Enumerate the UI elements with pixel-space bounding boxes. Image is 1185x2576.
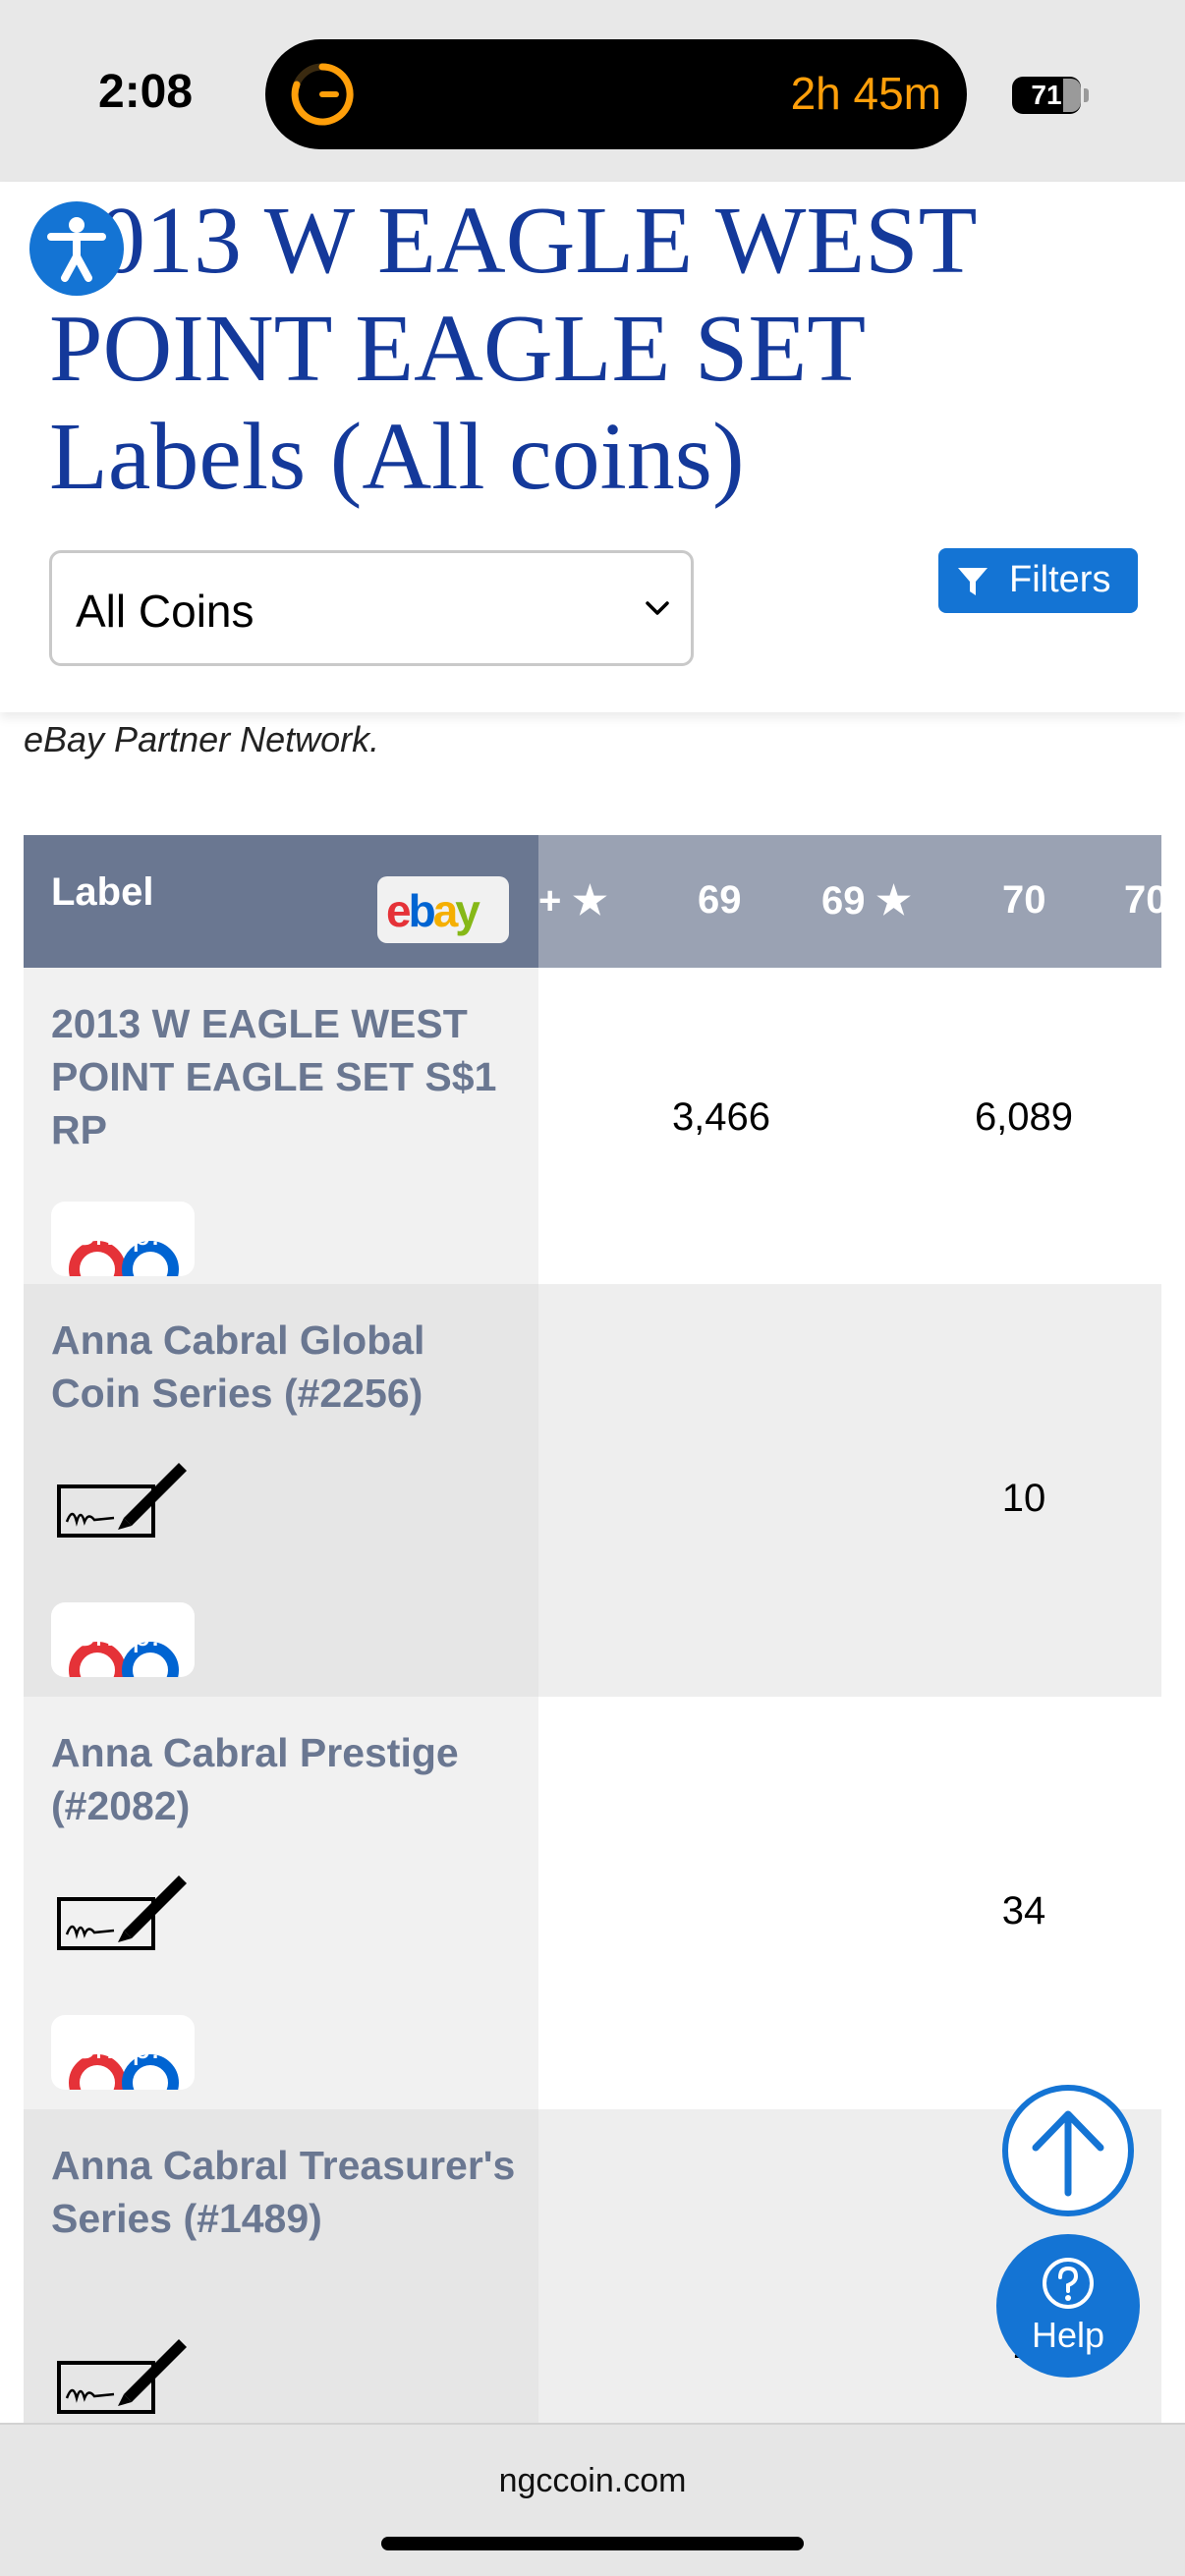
grade-header[interactable]: 69 — [698, 878, 742, 923]
label-cell: 2013 W EAGLE WEST POINT EAGLE SET S$1 RP… — [24, 968, 538, 1284]
timer-icon — [291, 63, 354, 126]
grade-70-count[interactable]: 10 — [926, 1477, 1122, 1521]
label-cell: Anna Cabral Prestige (#2082) Shop! — [24, 1697, 538, 2109]
ebay-logo: ebay — [377, 876, 509, 943]
help-button[interactable]: Help — [996, 2234, 1140, 2378]
signature-icon — [57, 2339, 187, 2414]
coin-filter-select[interactable]: All Coins — [49, 550, 694, 666]
grade-header[interactable]: 70 — [1124, 878, 1161, 923]
url-domain[interactable]: ngccoin.com — [0, 2462, 1185, 2500]
scroll-to-top-button[interactable] — [1002, 2085, 1134, 2216]
shop-label: Shop! — [73, 1616, 160, 1653]
grade-70-count[interactable]: 34 — [926, 1889, 1122, 1933]
table-row[interactable]: Anna Cabral Global Coin Series (#2256) S… — [24, 1284, 1161, 1697]
grade-header[interactable]: 69 ★ — [821, 878, 911, 924]
home-indicator[interactable] — [381, 2537, 804, 2550]
browser-url-bar[interactable]: ngccoin.com — [0, 2423, 1185, 2576]
table-row[interactable]: 2013 W EAGLE WEST POINT EAGLE SET S$1 RP… — [24, 968, 1161, 1284]
page-header: 2013 W EAGLE WEST POINT EAGLE SET Labels… — [0, 182, 1185, 712]
grade-70-count[interactable]: 6,089 — [926, 1095, 1122, 1140]
accessibility-icon — [47, 217, 106, 282]
grade-header[interactable]: + ★ — [538, 878, 607, 924]
battery-tip — [1084, 88, 1089, 102]
shop-label: Shop! — [73, 2029, 160, 2066]
accessibility-button[interactable] — [29, 201, 124, 296]
help-label: Help — [1031, 2315, 1105, 2355]
label-column-header: Label ebay — [24, 835, 538, 968]
ebay-shop-button[interactable]: Shop! — [51, 1602, 195, 1677]
label-cell: Anna Cabral Global Coin Series (#2256) S… — [24, 1284, 538, 1697]
filters-button[interactable]: Filters — [938, 548, 1138, 613]
status-time: 2:08 — [98, 66, 194, 118]
label-header-text: Label — [51, 870, 154, 914]
arrow-up-icon — [1032, 2110, 1104, 2197]
ebay-shop-button[interactable]: Shop! — [51, 2015, 195, 2090]
funnel-icon — [958, 568, 988, 595]
timer-text: 2h 45m — [790, 68, 941, 119]
signature-icon — [57, 1463, 187, 1538]
label-name[interactable]: Anna Cabral Prestige (#2082) — [51, 1726, 523, 1832]
table-header: Label ebay + ★ 69 69 ★ 70 70 — [24, 835, 1161, 968]
grade-69-count[interactable]: 3,466 — [623, 1095, 819, 1140]
coin-filter-value: All Coins — [76, 586, 254, 637]
label-name[interactable]: Anna Cabral Treasurer's Series (#1489) — [51, 2139, 523, 2245]
signature-icon — [57, 1876, 187, 1950]
page-title: 2013 W EAGLE WEST POINT EAGLE SET Labels… — [49, 188, 976, 510]
grade-header[interactable]: 70 — [1002, 878, 1046, 923]
filters-label: Filters — [1009, 559, 1111, 600]
question-icon — [1043, 2258, 1094, 2309]
label-name[interactable]: Anna Cabral Global Coin Series (#2256) — [51, 1314, 523, 1420]
status-bar: 2:08 2h 45m 71 — [0, 0, 1185, 182]
dynamic-island[interactable]: 2h 45m — [265, 39, 967, 149]
shop-label: Shop! — [73, 1215, 160, 1253]
battery-empty-segment — [1063, 79, 1081, 112]
label-name[interactable]: 2013 W EAGLE WEST POINT EAGLE SET S$1 RP — [51, 997, 523, 1156]
ebay-shop-button[interactable]: Shop! — [51, 1202, 195, 1276]
partner-disclosure-text: eBay Partner Network. — [24, 719, 380, 759]
table-row[interactable]: Anna Cabral Prestige (#2082) Shop! 34 — [24, 1697, 1161, 2109]
labels-table: Label ebay + ★ 69 69 ★ 70 70 2013 W EAGL… — [24, 835, 1161, 2522]
chevron-down-icon — [646, 601, 669, 615]
